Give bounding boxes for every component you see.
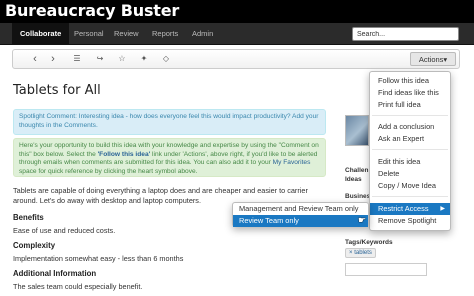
menu-divider [372, 115, 448, 116]
idea-title: Tablets for All [13, 83, 101, 98]
actions-dropdown-button[interactable]: Actions▾ [410, 52, 456, 66]
menu-print[interactable]: Print full idea [370, 99, 450, 111]
nav-reports[interactable]: Reports [144, 23, 186, 45]
idea-toolbar: ‹ › ☰ ↪ ☆ ✦ ◇ Actions▾ [12, 49, 460, 69]
benefits-heading: Benefits [13, 213, 44, 222]
nav-collaborate[interactable]: Collaborate [12, 23, 70, 45]
author-avatar[interactable] [345, 115, 369, 146]
spotlight-alert: Spotlight Comment: Interesting idea - ho… [13, 109, 326, 135]
tag-remove-icon[interactable]: × [349, 250, 353, 256]
additional-info-text: The sales team could especially benefit. [13, 282, 143, 291]
menu-edit-idea[interactable]: Edit this idea [370, 156, 450, 168]
tags-keywords-label: Tags/Keywords [345, 239, 393, 246]
follow-idea-link[interactable]: 'Follow this idea' [98, 151, 151, 158]
star-icon[interactable]: ☆ [113, 50, 131, 68]
nav-review[interactable]: Review [106, 23, 147, 45]
submenu-review-team-only[interactable]: Review Team only [233, 215, 368, 227]
tag-input[interactable] [345, 263, 427, 276]
idea-description-line-2: around. Let's do away with desktop and l… [13, 196, 201, 205]
chevron-right-icon[interactable]: › [44, 50, 62, 68]
benefits-text: Ease of use and reduced costs. [13, 226, 116, 235]
tag-badge[interactable]: × tablets [345, 248, 376, 258]
nav-personal[interactable]: Personal [66, 23, 112, 45]
additional-info-heading: Additional Information [13, 269, 97, 278]
menu-add-conclusion[interactable]: Add a conclusion [370, 121, 450, 133]
business-label: Busines [345, 193, 371, 200]
complexity-heading: Complexity [13, 241, 56, 250]
chevron-left-icon[interactable]: ‹ [26, 50, 44, 68]
share-icon[interactable]: ↪ [91, 50, 109, 68]
spotlight-label: Spotlight Comment: [19, 113, 77, 120]
actions-menu: Follow this idea Find ideas like this Pr… [369, 71, 451, 231]
menu-restrict-access-label: Restrict Access [378, 204, 429, 213]
menu-divider [372, 196, 448, 197]
menu-delete[interactable]: Delete [370, 168, 450, 180]
app-logo-title[interactable]: Bureaucracy Buster [5, 1, 179, 20]
menu-copy-move[interactable]: Copy / Move Idea [370, 180, 450, 192]
tag-label: tablets [354, 250, 372, 256]
hand-pointer-icon: ☛ [358, 215, 367, 225]
nav-admin[interactable]: Admin [184, 23, 221, 45]
caret-right-icon: ▶ [440, 206, 445, 212]
complexity-text: Implementation somewhat easy - less than… [13, 254, 184, 263]
brand-bar: Bureaucracy Buster [0, 0, 474, 23]
menu-ask-expert[interactable]: Ask an Expert [370, 133, 450, 145]
list-icon[interactable]: ☰ [68, 50, 86, 68]
restrict-access-submenu: Management and Review Team only Review T… [232, 202, 369, 227]
my-favorites-link[interactable]: My Favorites [273, 159, 311, 166]
main-content: ‹ › ☰ ↪ ☆ ✦ ◇ Actions▾ Tablets for All S… [0, 45, 474, 296]
main-nav: Collaborate Personal Review Reports Admi… [0, 23, 474, 45]
actions-label: Actions [418, 55, 444, 64]
tag-icon[interactable]: ◇ [157, 50, 175, 68]
challenge-ideas-label: Ideas [345, 176, 362, 183]
help-alert: Here's your opportunity to build this id… [13, 138, 326, 177]
caret-down-icon: ▾ [443, 55, 448, 64]
menu-remove-spotlight[interactable]: Remove Spotlight [370, 215, 450, 227]
lightbulb-icon[interactable]: ✦ [135, 50, 153, 68]
search-input[interactable] [352, 27, 459, 41]
menu-restrict-access[interactable]: Restrict Access ▶ [370, 203, 450, 215]
idea-description-line-1: Tablets are capable of doing everything … [13, 186, 308, 195]
menu-find-similar[interactable]: Find ideas like this [370, 87, 450, 99]
challenge-label: Challen [345, 167, 369, 174]
help-text-3: space for quick reference by clicking th… [19, 167, 198, 175]
submenu-management-review-team[interactable]: Management and Review Team only [233, 203, 368, 215]
menu-divider [372, 149, 448, 150]
menu-follow-idea[interactable]: Follow this idea [370, 75, 450, 87]
